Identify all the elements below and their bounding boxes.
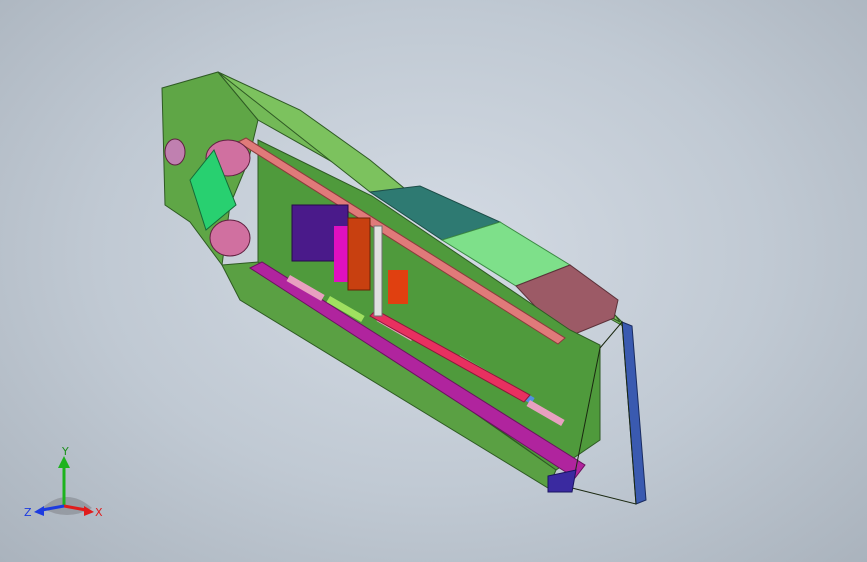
cabinet-red-small — [388, 270, 408, 304]
cabinet-orange — [347, 217, 371, 291]
hatch-lower — [209, 219, 251, 257]
vehicle-hull-model[interactable] — [0, 0, 867, 562]
post-white — [373, 225, 383, 317]
axis-z-label: Z — [24, 506, 32, 519]
axis-z-arrow — [34, 506, 44, 516]
axis-x-label: X — [95, 506, 103, 519]
axis-y-label: Y — [61, 446, 69, 458]
3d-viewport[interactable]: Y X Z — [0, 0, 867, 562]
seat-magenta — [334, 226, 348, 282]
side-window — [164, 138, 186, 166]
axis-triad: Y X Z — [24, 446, 103, 519]
